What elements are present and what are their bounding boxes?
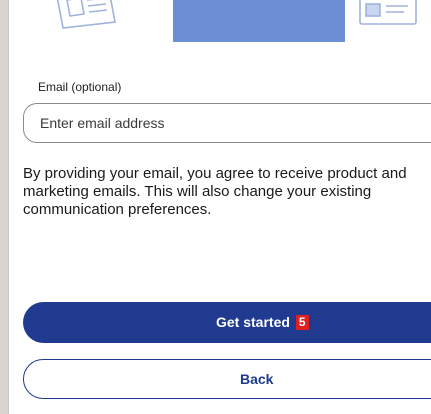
get-started-button[interactable]: Get started 5 [23,302,431,343]
get-started-label: Get started [216,314,290,330]
back-button[interactable]: Back [23,359,431,399]
signup-card: Email (optional) By providing your email… [8,0,431,414]
illustration-panel [173,0,345,42]
email-label: Email (optional) [38,80,122,94]
email-input[interactable] [23,103,431,143]
back-label: Back [240,371,274,387]
document-icon [56,0,116,29]
consent-text: By providing your email, you agree to re… [23,165,407,218]
header-illustration [9,0,431,46]
id-card-icon [359,0,417,25]
step-badge: 5 [295,315,309,330]
get-started-content: Get started 5 [216,314,309,330]
